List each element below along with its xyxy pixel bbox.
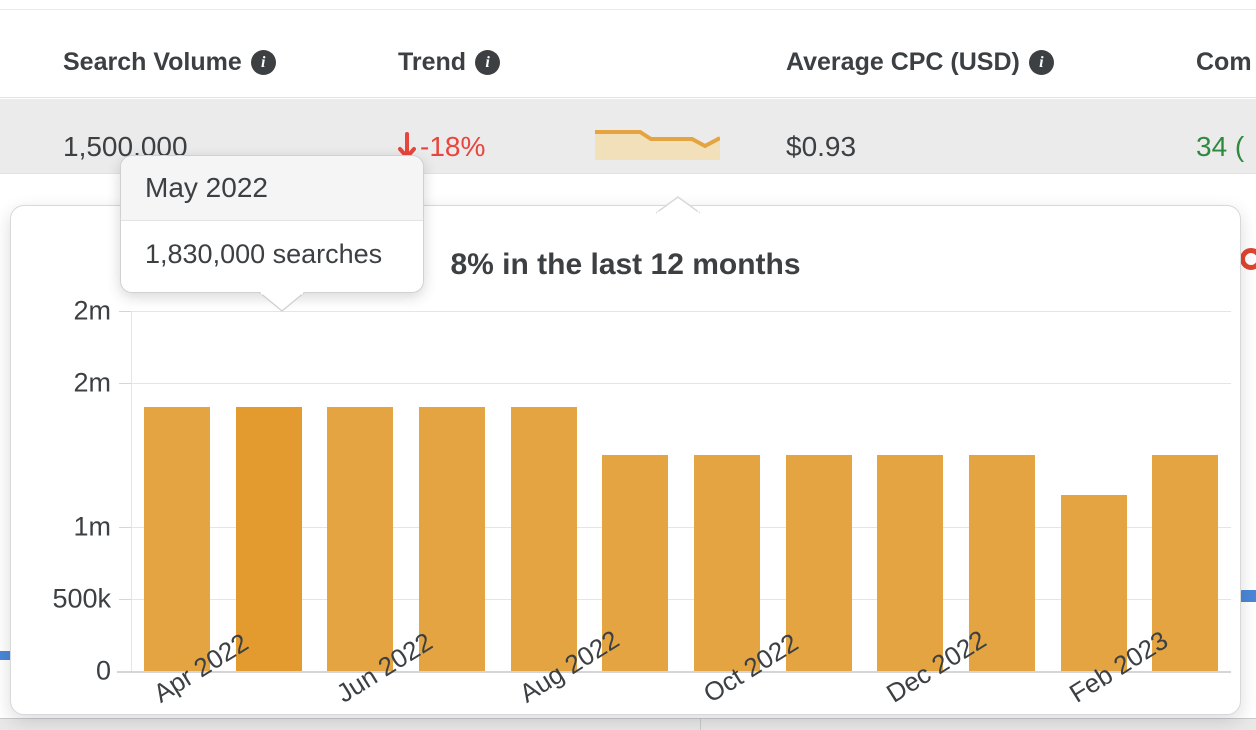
y-axis-tick <box>119 383 131 384</box>
y-axis-line <box>131 311 132 671</box>
gridline <box>131 383 1231 384</box>
bar[interactable] <box>235 407 302 671</box>
bar[interactable] <box>327 407 394 671</box>
bar[interactable] <box>693 455 760 671</box>
tooltip-title: May 2022 <box>121 156 423 221</box>
column-header-trend[interactable]: Trend i <box>398 48 501 77</box>
column-header-average-cpc[interactable]: Average CPC (USD) i <box>786 48 1054 77</box>
cell-competition: 34 ( <box>1196 131 1245 162</box>
column-header-label: Search Volume <box>63 48 242 76</box>
info-icon[interactable]: i <box>250 50 276 75</box>
y-axis-label: 2m <box>73 367 111 398</box>
info-icon[interactable]: i <box>1028 50 1054 75</box>
y-axis-tick <box>119 311 131 312</box>
tooltip-value: 1,830,000 searches <box>121 221 423 292</box>
info-icon[interactable]: i <box>475 50 501 75</box>
column-header-label: Com <box>1196 48 1252 76</box>
y-axis-label: 500k <box>52 583 111 614</box>
tooltip-pointer <box>258 291 306 312</box>
y-axis-label: 1m <box>73 511 111 542</box>
column-header-competition[interactable]: Com <box>1196 48 1252 77</box>
trend-percent: -18% <box>420 131 486 162</box>
cell-average-cpc: $0.93 <box>786 131 857 162</box>
bar[interactable] <box>510 407 577 671</box>
x-axis-line <box>117 671 1231 673</box>
alert-ring-icon <box>1240 248 1256 270</box>
column-header-search-volume[interactable]: Search Volume i <box>63 48 276 77</box>
bar[interactable] <box>877 455 944 671</box>
chart-tooltip: May 2022 1,830,000 searches <box>120 155 424 312</box>
y-axis-tick <box>119 599 131 600</box>
next-row-strip <box>0 719 1256 730</box>
bar[interactable] <box>143 407 210 671</box>
search-volume-bar-chart: 0 500k 1m 2m 2m Apr 2022 Jun 2022 Aug 2022 Oct 2… <box>52 296 1231 714</box>
table-header-row: Search Volume i Trend i Average CPC (USD… <box>0 10 1256 98</box>
y-axis-label: 0 <box>95 655 111 686</box>
popup-pointer-notch <box>655 196 701 215</box>
bar[interactable] <box>785 455 852 671</box>
column-header-label: Average CPC (USD) <box>786 48 1020 76</box>
next-row-column-divider <box>700 719 701 730</box>
column-header-label: Trend <box>398 48 467 76</box>
bar[interactable] <box>1060 495 1127 671</box>
bar[interactable] <box>418 407 485 671</box>
y-axis-label: 2m <box>73 295 111 326</box>
y-axis-tick <box>119 527 131 528</box>
sparkline-area-chart <box>595 124 721 160</box>
